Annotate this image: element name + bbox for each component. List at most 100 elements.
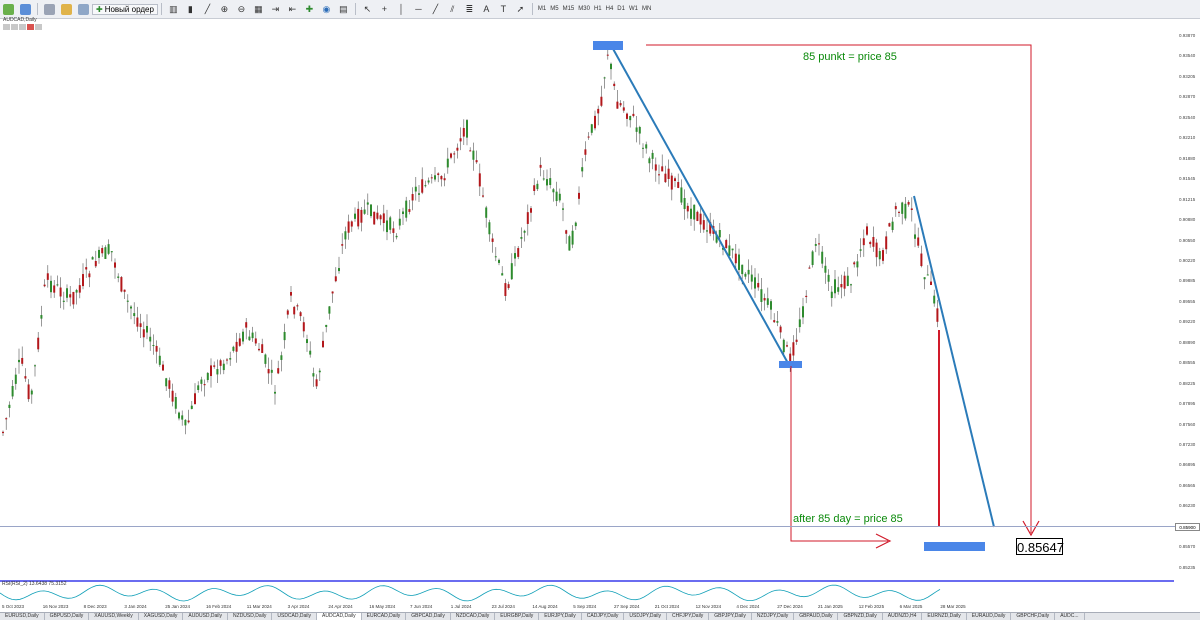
time-label: 5 Sep 2024 [573,604,597,609]
zoom-in-icon[interactable]: ⊕ [217,2,232,17]
bar-chart-icon[interactable]: ▥ [166,2,181,17]
annotation-bottom-text: after 85 day = price 85 [793,513,903,525]
candle-body [264,354,267,364]
candle-body [728,245,731,256]
timeframe-m30[interactable]: M30 [576,6,592,12]
candle-body [302,322,305,332]
candle-body [290,292,292,296]
autoscroll-icon[interactable]: ⇥ [268,2,283,17]
terminal-button[interactable] [76,2,91,17]
tile-windows-icon[interactable]: ▦ [251,2,266,17]
candle-body [91,257,94,260]
navigator-button[interactable] [59,2,74,17]
candle-body [862,238,865,246]
candle-body [248,336,251,341]
toolbar: ✚ Новый ордер ▥ ▮ ╱ ⊕ ⊖ ▦ ⇥ ⇤ ✚ ◉ ▤ ↖ + … [0,0,1200,19]
text-icon[interactable]: A [479,2,494,17]
label-icon[interactable]: T [496,2,511,17]
timeframe-d1[interactable]: D1 [615,6,627,12]
candle-body [651,152,654,159]
candle-body [549,178,552,185]
candle-body [766,298,769,305]
candle-body [206,372,209,381]
candle-body [894,206,897,210]
candle-body [222,363,225,371]
timeframe-m5[interactable]: M5 [548,6,560,12]
equidistant-channel-icon[interactable]: ⫽ [445,2,460,17]
candle-body [130,306,132,309]
candle-body [267,369,270,374]
candle-body [338,268,340,272]
price-label: 0.91880 [1179,155,1196,161]
candle-body [565,230,568,234]
candle-body [779,326,782,333]
zoom-out-icon[interactable]: ⊖ [234,2,249,17]
timeframe-m1[interactable]: M1 [536,6,548,12]
fibonacci-icon[interactable]: ≣ [462,2,477,17]
candle-body [200,379,203,384]
cursor-icon[interactable]: ↖ [360,2,375,17]
trendline-projection [913,195,995,528]
candle-body [408,209,411,212]
line-chart-icon[interactable]: ╱ [200,2,215,17]
new-chart-button[interactable] [1,2,16,17]
candle-body [414,186,417,192]
price-label: 0.89555 [1179,298,1196,304]
candle-body [811,251,814,265]
candle-body [2,431,4,434]
candle-body [24,376,27,379]
candle-body [754,277,756,289]
candle-body [312,373,315,377]
candle-body [261,344,264,353]
candle-body [757,282,760,288]
periods-icon[interactable]: ◉ [319,2,334,17]
profiles-button[interactable] [18,2,33,17]
trendline-icon[interactable]: ╱ [428,2,443,17]
arrow-icon[interactable]: ➚ [513,2,528,17]
templates-icon[interactable]: ▤ [336,2,351,17]
candle-body [613,83,616,87]
candle-body [37,337,40,350]
candle-body [27,384,30,400]
market-watch-button[interactable] [42,2,57,17]
candle-body [782,339,785,353]
chart-shift-icon[interactable]: ⇤ [285,2,300,17]
candle-body [379,215,382,220]
candle-body [818,243,820,245]
indicators-icon[interactable]: ✚ [302,2,317,17]
candle-body [856,261,859,268]
candle-body [859,249,862,251]
candlestick-icon[interactable]: ▮ [183,2,198,17]
time-label: 16 May 2024 [369,604,396,609]
time-label: 27 Dec 2024 [777,604,803,609]
time-label: 12 Feb 2025 [858,604,885,609]
timeframe-h1[interactable]: H1 [592,6,604,12]
vertical-line-icon[interactable]: │ [394,2,409,17]
candle-body [50,280,52,293]
timeframe-w1[interactable]: W1 [627,6,640,12]
candle-body [453,153,456,155]
new-order-button[interactable]: ✚ Новый ордер [92,3,158,15]
price-chart[interactable] [0,19,1174,579]
price-scale[interactable]: 0.93870 0.93540 0.93205 0.92870 0.92540 0.922… [1175,19,1200,579]
indicator-panel[interactable] [0,580,1174,604]
time-scale[interactable]: 5 Oct 2023 16 Nov 2023 8 Dec 2023 3 Jan 202… [0,602,1174,612]
timeframe-m15[interactable]: M15 [561,6,577,12]
candle-body [274,391,276,394]
horizontal-line-icon[interactable]: ─ [411,2,426,17]
candle-body [491,238,494,242]
candle-body [398,218,401,226]
time-label: 28 Mar 2025 [940,604,966,609]
timeframe-mn[interactable]: MN [640,6,653,12]
crosshair-icon[interactable]: + [377,2,392,17]
target-highlight [924,542,985,551]
candle-body [30,390,33,395]
candle-body [920,253,923,267]
candle-body [686,205,689,212]
candle-body [309,350,312,355]
timeframe-h4[interactable]: H4 [604,6,616,12]
candle-body [178,412,180,419]
candle-body [792,342,795,356]
candle-body [571,230,574,245]
candle-body [744,273,747,277]
